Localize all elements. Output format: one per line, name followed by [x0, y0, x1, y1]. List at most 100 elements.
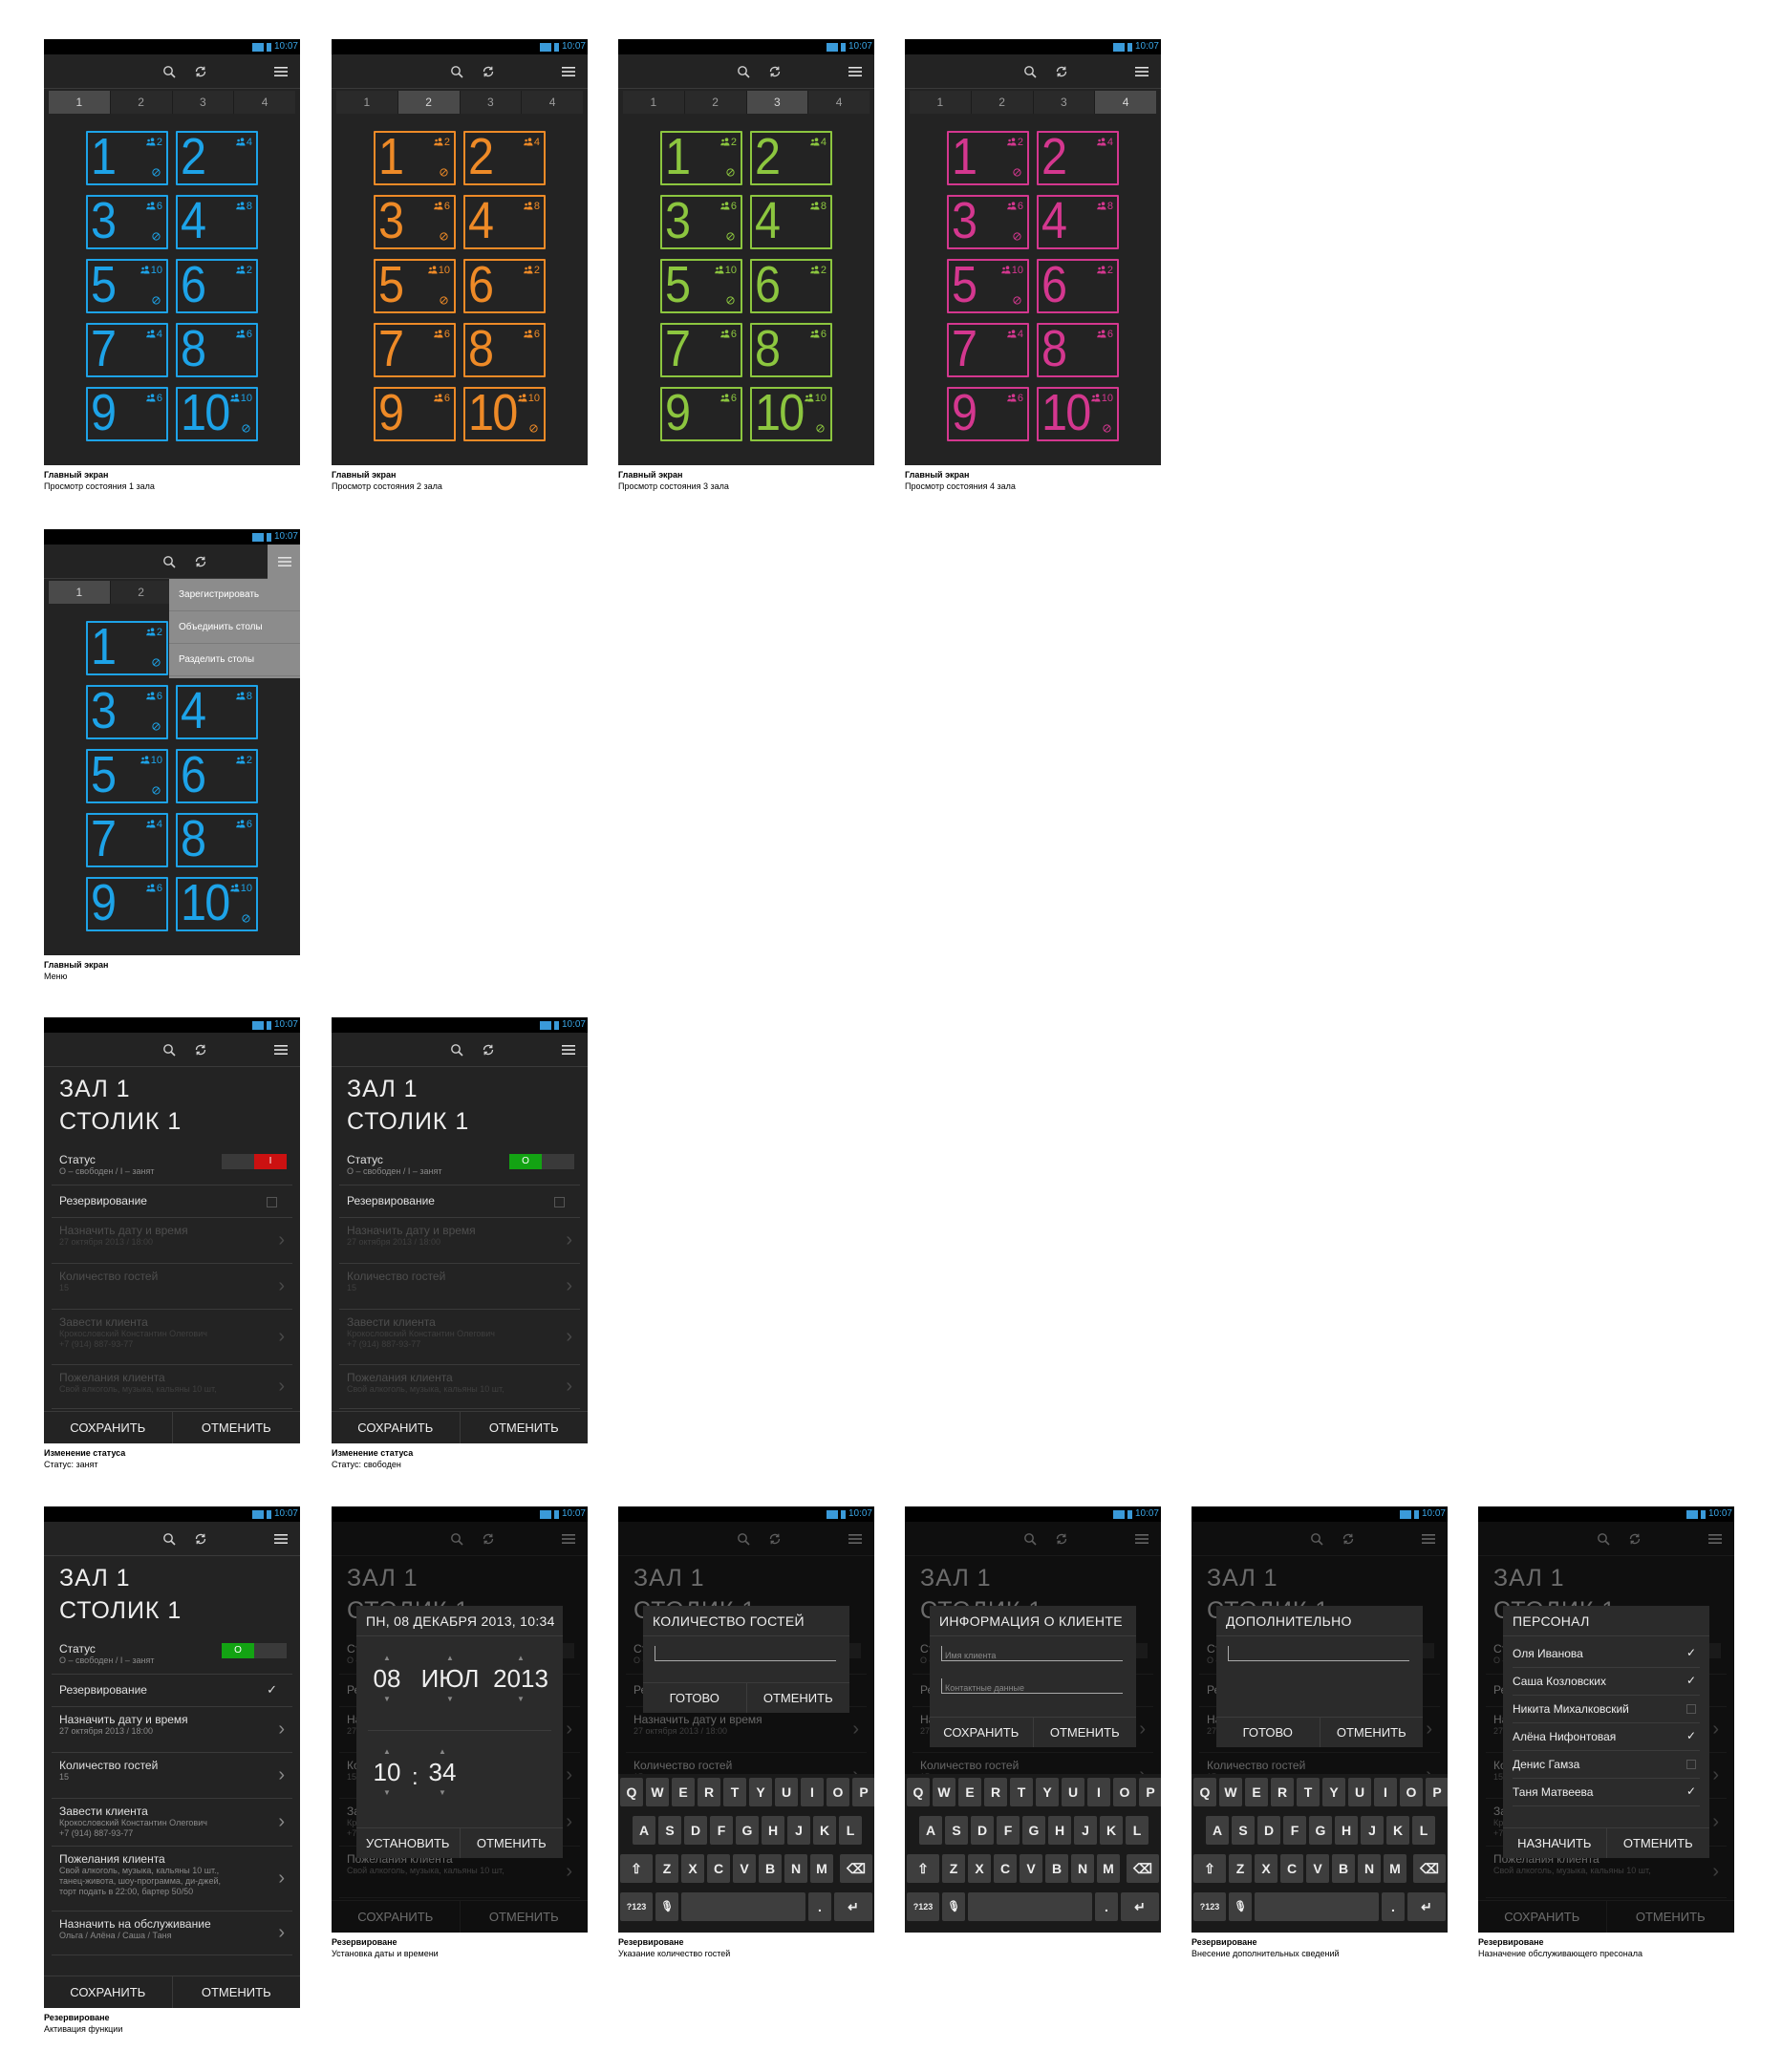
key[interactable]: I: [1374, 1778, 1397, 1806]
backspace-key[interactable]: ⌫: [1413, 1854, 1446, 1883]
key[interactable]: O: [827, 1778, 849, 1806]
table-tile[interactable]: 24: [1037, 129, 1119, 185]
text-field[interactable]: Имя клиента: [941, 1646, 1123, 1661]
menu-icon[interactable]: [1132, 62, 1151, 81]
key[interactable]: C: [1280, 1854, 1303, 1883]
checkbox[interactable]: [1686, 1704, 1696, 1714]
day-spinner[interactable]: ▲ 08 ▼: [356, 1654, 418, 1703]
key[interactable]: V: [1020, 1854, 1042, 1883]
form-row[interactable]: Назначить дату и время27 октября 2013 / …: [52, 1707, 292, 1753]
dialog-cancel-button[interactable]: ОТМЕНИТЬ: [1319, 1718, 1424, 1747]
search-icon[interactable]: [447, 1040, 466, 1059]
key[interactable]: U: [1348, 1778, 1371, 1806]
tab-hall-2[interactable]: 2: [110, 91, 172, 114]
dialog-cancel-button[interactable]: ОТМЕНИТЬ: [459, 1828, 564, 1858]
check-icon[interactable]: ✓: [1686, 1784, 1696, 1798]
table-tile[interactable]: 74: [86, 811, 168, 867]
table-tile[interactable]: 5 10: [374, 257, 456, 313]
key[interactable]: W: [933, 1778, 955, 1806]
reservation-row[interactable]: Резервирование ✓: [52, 1675, 292, 1707]
table-tile[interactable]: 36: [86, 193, 168, 249]
table-tile[interactable]: 36: [374, 193, 456, 249]
chevron-up-icon[interactable]: ▲: [419, 1654, 481, 1662]
form-row[interactable]: Пожелания клиентаСвой алкоголь, музыка, …: [339, 1365, 580, 1409]
chevron-up-icon[interactable]: ▲: [490, 1654, 551, 1662]
key[interactable]: N: [1358, 1854, 1381, 1883]
text-field[interactable]: Контактные данные: [941, 1678, 1123, 1694]
key[interactable]: T: [1010, 1778, 1033, 1806]
sync-icon[interactable]: [479, 62, 498, 81]
key[interactable]: O: [1113, 1778, 1136, 1806]
key[interactable]: L: [1126, 1816, 1149, 1845]
key[interactable]: X: [1255, 1854, 1277, 1883]
dialog-ok-button[interactable]: НАЗНАЧИТЬ: [1503, 1828, 1606, 1858]
key[interactable]: R: [698, 1778, 720, 1806]
key[interactable]: Y: [1322, 1778, 1345, 1806]
sync-icon[interactable]: [765, 62, 784, 81]
tab-hall-1[interactable]: 1: [49, 91, 110, 114]
check-icon[interactable]: ✓: [267, 1682, 277, 1698]
search-icon[interactable]: [160, 552, 179, 571]
key[interactable]: Q: [1193, 1778, 1216, 1806]
key[interactable]: E: [958, 1778, 981, 1806]
shift-key[interactable]: ⇧: [907, 1854, 939, 1883]
reservation-row[interactable]: Резервирование: [339, 1186, 580, 1218]
save-button[interactable]: СОХРАНИТЬ: [44, 1976, 172, 2008]
form-row[interactable]: Назначить дату и время27 октября 2013 / …: [52, 1218, 292, 1264]
key[interactable]: Q: [907, 1778, 930, 1806]
key[interactable]: G: [736, 1816, 759, 1845]
table-tile[interactable]: 86: [1037, 321, 1119, 377]
space-key[interactable]: [968, 1892, 1092, 1921]
key[interactable]: W: [1219, 1778, 1242, 1806]
reservation-checkbox[interactable]: [267, 1197, 277, 1207]
table-tile[interactable]: 5 10: [947, 257, 1029, 313]
table-tile[interactable]: 5 10: [86, 257, 168, 313]
shift-key[interactable]: ⇧: [620, 1854, 653, 1883]
dialog-ok-button[interactable]: СОХРАНИТЬ: [930, 1718, 1033, 1747]
table-tile[interactable]: 96: [86, 385, 168, 441]
form-row[interactable]: Количество гостей15 ›: [52, 1753, 292, 1799]
key[interactable]: S: [658, 1816, 681, 1845]
table-tile[interactable]: 10 10: [463, 385, 546, 441]
table-tile[interactable]: 24: [176, 129, 258, 185]
table-tile[interactable]: 48: [463, 193, 546, 249]
table-tile[interactable]: 74: [947, 321, 1029, 377]
key[interactable]: N: [784, 1854, 807, 1883]
key[interactable]: B: [1045, 1854, 1068, 1883]
key[interactable]: T: [723, 1778, 746, 1806]
table-tile[interactable]: 36: [86, 683, 168, 739]
key[interactable]: J: [1361, 1816, 1384, 1845]
table-tile[interactable]: 86: [750, 321, 832, 377]
table-tile[interactable]: 10 10: [750, 385, 832, 441]
key[interactable]: J: [1074, 1816, 1097, 1845]
menu-item[interactable]: Разделить столы: [169, 644, 300, 676]
table-tile[interactable]: 96: [947, 385, 1029, 441]
key[interactable]: B: [759, 1854, 782, 1883]
minute-spinner[interactable]: ▲ 34 ▼: [412, 1747, 473, 1797]
table-tile[interactable]: 62: [1037, 257, 1119, 313]
tab-hall-1[interactable]: 1: [910, 91, 971, 114]
search-icon[interactable]: [160, 1040, 179, 1059]
table-tile[interactable]: 86: [463, 321, 546, 377]
key[interactable]: D: [684, 1816, 707, 1845]
key[interactable]: H: [1048, 1816, 1071, 1845]
table-tile[interactable]: 62: [463, 257, 546, 313]
key[interactable]: V: [1306, 1854, 1329, 1883]
key[interactable]: L: [1412, 1816, 1435, 1845]
key[interactable]: N: [1071, 1854, 1094, 1883]
table-tile[interactable]: 76: [660, 321, 742, 377]
key[interactable]: Q: [620, 1778, 643, 1806]
table-tile[interactable]: 10 10: [1037, 385, 1119, 441]
microphone-icon[interactable]: 🎙: [655, 1892, 678, 1921]
menu-icon[interactable]: [559, 1040, 578, 1059]
tab-hall-4[interactable]: 4: [234, 91, 295, 114]
enter-key[interactable]: ↵: [1121, 1892, 1159, 1921]
menu-item[interactable]: Зарегистрировать: [169, 579, 300, 611]
table-tile[interactable]: 10 10: [176, 385, 258, 441]
staff-row[interactable]: Денис Гамза: [1513, 1751, 1700, 1779]
space-key[interactable]: [681, 1892, 805, 1921]
save-button[interactable]: СОХРАНИТЬ: [332, 1412, 460, 1443]
tab-hall-3[interactable]: 3: [746, 91, 808, 114]
symbols-key[interactable]: ?123: [907, 1892, 939, 1921]
key[interactable]: G: [1022, 1816, 1045, 1845]
